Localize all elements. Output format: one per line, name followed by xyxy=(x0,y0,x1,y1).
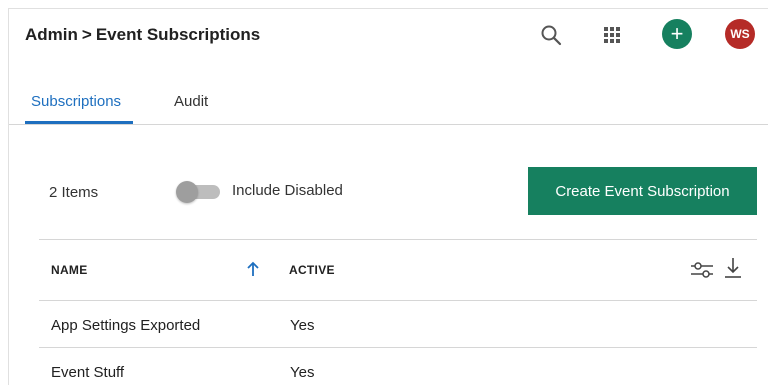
row-active-cell: Yes xyxy=(290,317,315,334)
download-icon[interactable] xyxy=(723,256,743,280)
page-header: Admin > Event Subscriptions + WS xyxy=(9,9,768,59)
include-disabled-toggle[interactable] xyxy=(176,181,222,203)
subscriptions-table: NAME ACTIVE App Settings Exported Yes Ev… xyxy=(39,239,757,385)
tab-audit[interactable]: Audit xyxy=(174,93,208,110)
breadcrumb-root[interactable]: Admin xyxy=(25,25,78,44)
column-settings-icon[interactable] xyxy=(689,260,715,280)
apps-menu-button[interactable] xyxy=(598,21,626,49)
table-header: NAME ACTIVE xyxy=(39,239,757,301)
column-header-active[interactable]: ACTIVE xyxy=(289,263,335,277)
table-row[interactable]: Event Stuff Yes xyxy=(39,348,757,385)
include-disabled-label: Include Disabled xyxy=(232,182,343,199)
search-button[interactable] xyxy=(537,21,565,49)
create-event-subscription-button[interactable]: Create Event Subscription xyxy=(528,167,757,215)
add-button[interactable]: + xyxy=(662,19,692,49)
apps-grid-icon xyxy=(604,27,620,43)
row-name-cell: App Settings Exported xyxy=(51,317,201,334)
breadcrumb-separator: > xyxy=(81,25,92,44)
search-icon xyxy=(541,25,562,46)
active-tab-indicator xyxy=(25,121,133,124)
breadcrumb: Admin > Event Subscriptions xyxy=(25,25,260,45)
toggle-knob xyxy=(176,181,198,203)
breadcrumb-current: Event Subscriptions xyxy=(95,25,261,44)
column-header-name[interactable]: NAME xyxy=(51,263,88,277)
row-name-cell: Event Stuff xyxy=(51,364,125,381)
list-toolbar: 2 Items Include Disabled Create Event Su… xyxy=(9,167,768,217)
item-count: 2 Items xyxy=(49,184,99,201)
add-icon: + xyxy=(670,21,684,46)
sort-ascending-icon[interactable] xyxy=(245,260,261,278)
table-row[interactable]: App Settings Exported Yes xyxy=(39,301,757,348)
app-window: Admin > Event Subscriptions + WS Subscript… xyxy=(8,8,768,385)
user-avatar[interactable]: WS xyxy=(725,19,755,49)
row-active-cell: Yes xyxy=(290,364,315,381)
avatar-initials: WS xyxy=(730,27,750,41)
tab-bar: Subscriptions Audit xyxy=(9,85,768,125)
tab-subscriptions[interactable]: Subscriptions xyxy=(31,93,121,110)
